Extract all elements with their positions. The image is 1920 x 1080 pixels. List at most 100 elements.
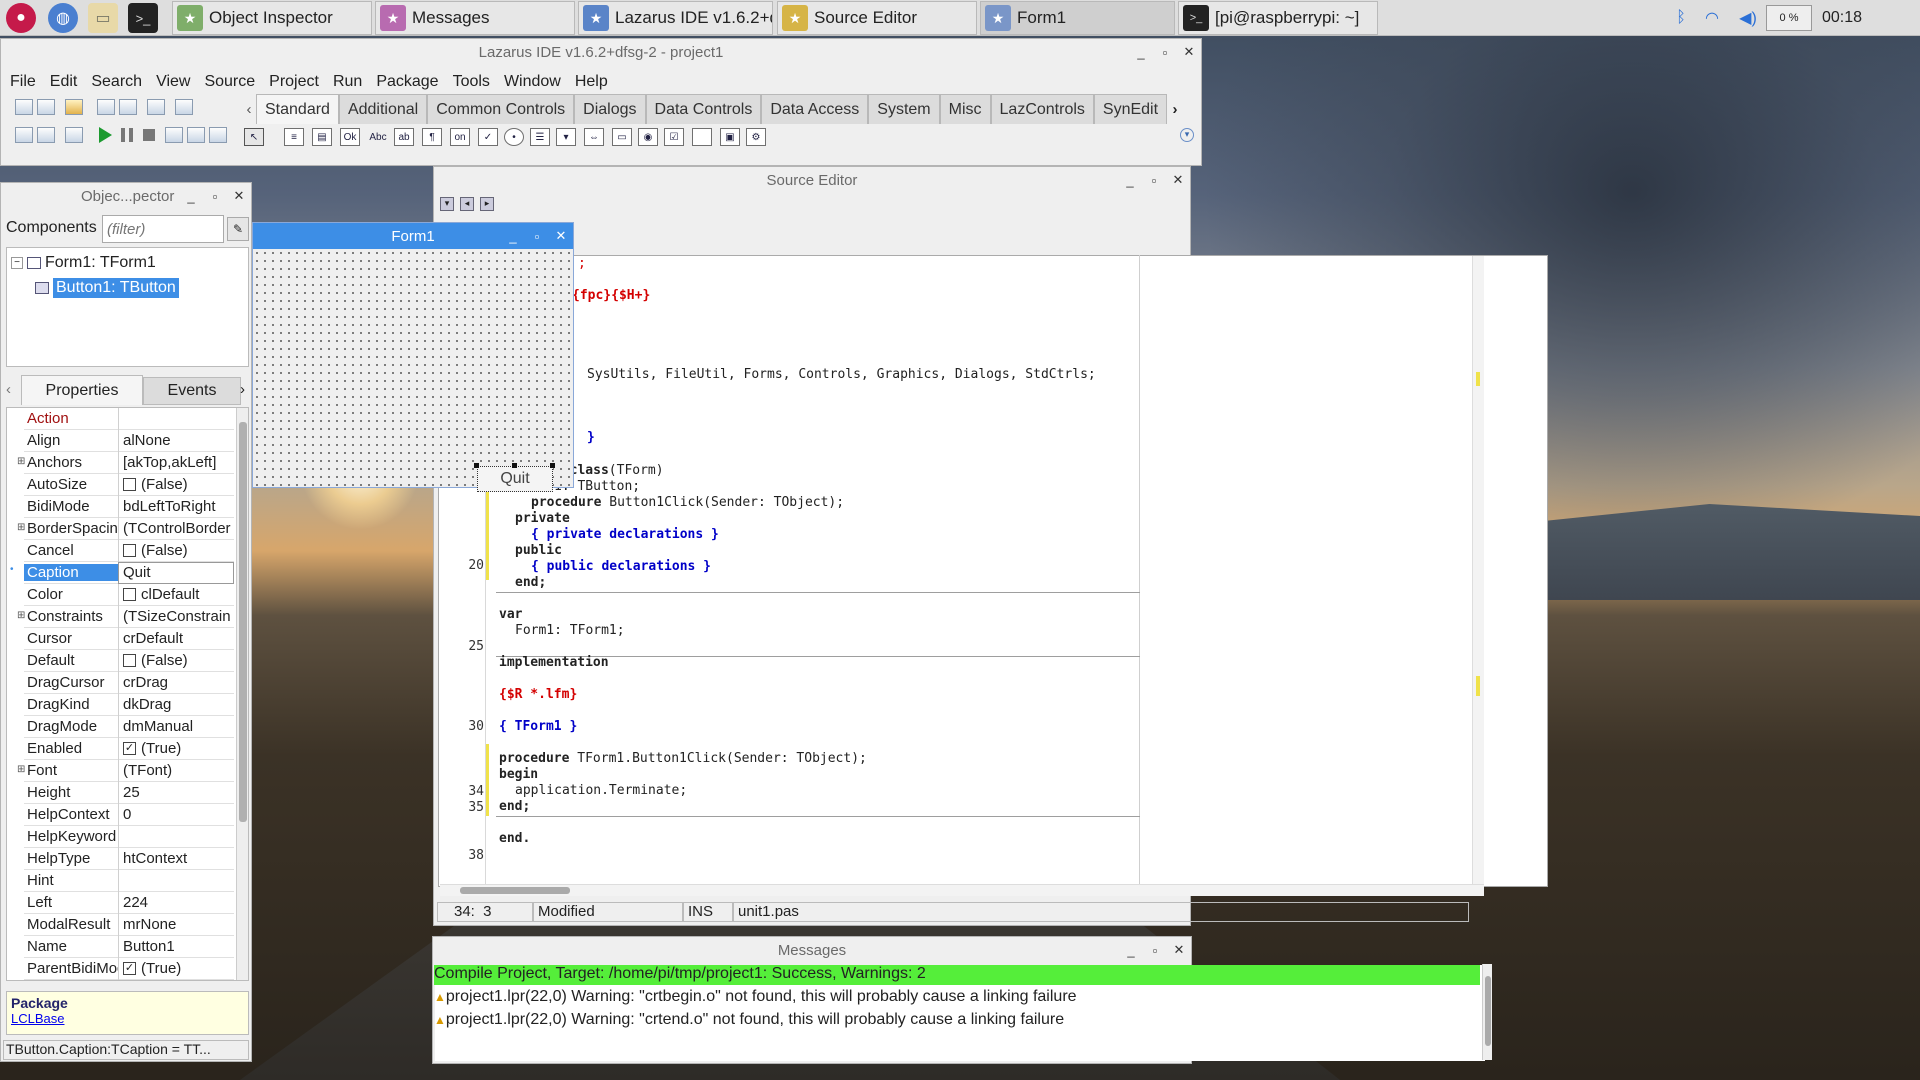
task-form1[interactable]: ★ Form1	[980, 1, 1175, 35]
open-icon[interactable]	[65, 99, 83, 115]
property-row[interactable]: Name Button1	[24, 935, 234, 958]
button-component-icon[interactable]: Ok	[340, 128, 360, 146]
minimize-icon[interactable]: _	[501, 229, 525, 244]
radio-button-icon[interactable]: •	[504, 128, 524, 146]
property-checkbox[interactable]	[123, 478, 136, 491]
property-row[interactable]: BidiMode bdLeftToRight	[24, 495, 234, 518]
checkbox-component-icon[interactable]: ✓	[478, 128, 498, 146]
menu-help[interactable]: Help	[568, 73, 615, 91]
property-value[interactable]: Button1	[118, 935, 234, 958]
property-row[interactable]: Height 25	[24, 781, 234, 804]
tab-standard[interactable]: Standard	[256, 94, 339, 124]
minimize-icon[interactable]: _	[1119, 943, 1143, 958]
property-row[interactable]: ModalResult mrNone	[24, 913, 234, 936]
form-design-grid[interactable]: Quit	[253, 249, 573, 492]
property-row[interactable]: Default (False)	[24, 649, 234, 672]
property-checkbox[interactable]	[123, 544, 136, 557]
property-row[interactable]: Hint	[24, 869, 234, 892]
bluetooth-icon[interactable]: ᛒ	[1668, 9, 1694, 27]
build-mode-icon[interactable]	[65, 127, 83, 143]
close-icon[interactable]: ✕	[1166, 172, 1190, 188]
tab-events[interactable]: Events	[143, 377, 241, 405]
label-component-icon[interactable]: Abc	[368, 128, 388, 146]
tree-node-form1[interactable]: − Form1: TForm1	[11, 254, 156, 272]
memo-component-icon[interactable]: ¶	[422, 128, 442, 146]
minimize-icon[interactable]: _	[1129, 45, 1153, 60]
quit-button[interactable]: Quit	[477, 466, 553, 492]
minimize-icon[interactable]: _	[179, 189, 203, 204]
view-forms-icon[interactable]	[15, 127, 33, 143]
property-value[interactable]: htContext	[118, 847, 234, 870]
property-row[interactable]: Constraints (TSizeConstrain	[24, 605, 234, 628]
new-unit-icon[interactable]	[15, 99, 33, 115]
grab-handle[interactable]	[550, 463, 555, 468]
task-terminal[interactable]: >_ [pi@raspberrypi: ~]	[1178, 1, 1378, 35]
save-all-icon[interactable]	[119, 99, 137, 115]
tree-collapse-icon[interactable]: −	[11, 257, 23, 269]
scrollbar-thumb[interactable]	[239, 422, 247, 822]
property-row[interactable]: • Caption Quit	[10, 561, 234, 584]
clock[interactable]: 00:18	[1812, 9, 1862, 27]
tab-additional[interactable]: Additional	[338, 94, 428, 124]
tab-data-controls[interactable]: Data Controls	[645, 94, 762, 124]
hscroll-thumb[interactable]	[460, 887, 570, 894]
project-options-icon[interactable]	[37, 127, 55, 143]
actionlist-icon[interactable]: ⚙	[746, 128, 766, 146]
minimize-icon[interactable]: _	[1118, 173, 1142, 188]
tree-node-button1[interactable]: Button1: TButton	[35, 278, 179, 298]
frame-icon[interactable]: ▣	[720, 128, 740, 146]
property-value[interactable]: (TFont)	[118, 759, 234, 782]
palette-options-icon[interactable]: ▾	[1180, 128, 1194, 142]
property-row[interactable]: Left 224	[24, 891, 234, 914]
run-icon[interactable]	[99, 127, 112, 143]
scrollbar-icon[interactable]: ⇔	[584, 128, 604, 146]
task-lazarus-ide[interactable]: ★ Lazarus IDE v1.6.2+d...	[578, 1, 773, 35]
maximize-icon[interactable]: ▫	[1142, 173, 1166, 188]
menu-search[interactable]: Search	[84, 73, 149, 91]
pointer-tool-icon[interactable]: ↖	[244, 128, 264, 146]
view-units-icon[interactable]	[175, 99, 193, 115]
tab-system[interactable]: System	[868, 94, 940, 124]
success-message[interactable]: Compile Project, Target: /home/pi/tmp/pr…	[434, 965, 1480, 985]
property-value[interactable]	[118, 408, 234, 430]
tabs-scroll-right-icon[interactable]: ›	[240, 381, 245, 398]
grab-handle[interactable]	[512, 463, 517, 468]
menu-edit[interactable]: Edit	[43, 73, 85, 91]
menu-package[interactable]: Package	[369, 73, 445, 91]
groupbox-icon[interactable]: ▭	[612, 128, 632, 146]
property-value[interactable]	[118, 825, 234, 848]
package-link[interactable]: LCLBase	[11, 1011, 244, 1026]
tab-lazcontrols[interactable]: LazControls	[990, 94, 1094, 124]
menu-tools[interactable]: Tools	[446, 73, 497, 91]
property-value[interactable]: dkDrag	[118, 693, 234, 716]
property-value[interactable]: (False)	[118, 473, 234, 496]
property-value[interactable]: [akTop,akLeft]	[118, 451, 234, 474]
menu-view[interactable]: View	[149, 73, 197, 91]
component-filter-input[interactable]	[102, 215, 224, 243]
property-value[interactable]: (False)	[118, 649, 234, 672]
tab-properties[interactable]: Properties	[21, 375, 143, 405]
volume-icon[interactable]: ◀)	[1730, 8, 1766, 28]
editor-vscrollbar[interactable]	[1472, 256, 1484, 884]
wifi-icon[interactable]: ◠	[1694, 8, 1730, 28]
close-icon[interactable]: ✕	[227, 188, 251, 204]
file-manager-icon[interactable]: ▭	[88, 3, 118, 33]
editor-hscrollbar[interactable]	[440, 884, 1484, 896]
property-value[interactable]: crDefault	[118, 627, 234, 650]
property-value[interactable]	[118, 869, 234, 892]
tab-misc[interactable]: Misc	[939, 94, 991, 124]
property-value[interactable]: clDefault	[118, 583, 234, 606]
property-row[interactable]: HelpContext 0	[24, 803, 234, 826]
new-form-icon[interactable]	[37, 99, 55, 115]
close-icon[interactable]: ✕	[549, 228, 573, 244]
property-row[interactable]: Anchors [akTop,akLeft]	[24, 451, 234, 474]
close-icon[interactable]: ✕	[1177, 44, 1201, 60]
step-into-icon[interactable]	[165, 127, 183, 143]
property-value[interactable]: ✓ (True)	[118, 957, 234, 980]
task-source-editor[interactable]: ★ Source Editor	[777, 1, 977, 35]
property-row[interactable]: Cursor crDefault	[24, 627, 234, 650]
menu-project[interactable]: Project	[262, 73, 326, 91]
property-row[interactable]: HelpKeyword	[24, 825, 234, 848]
tab-data-access[interactable]: Data Access	[761, 94, 869, 124]
palette-scroll-left-icon[interactable]: ‹	[242, 94, 256, 124]
